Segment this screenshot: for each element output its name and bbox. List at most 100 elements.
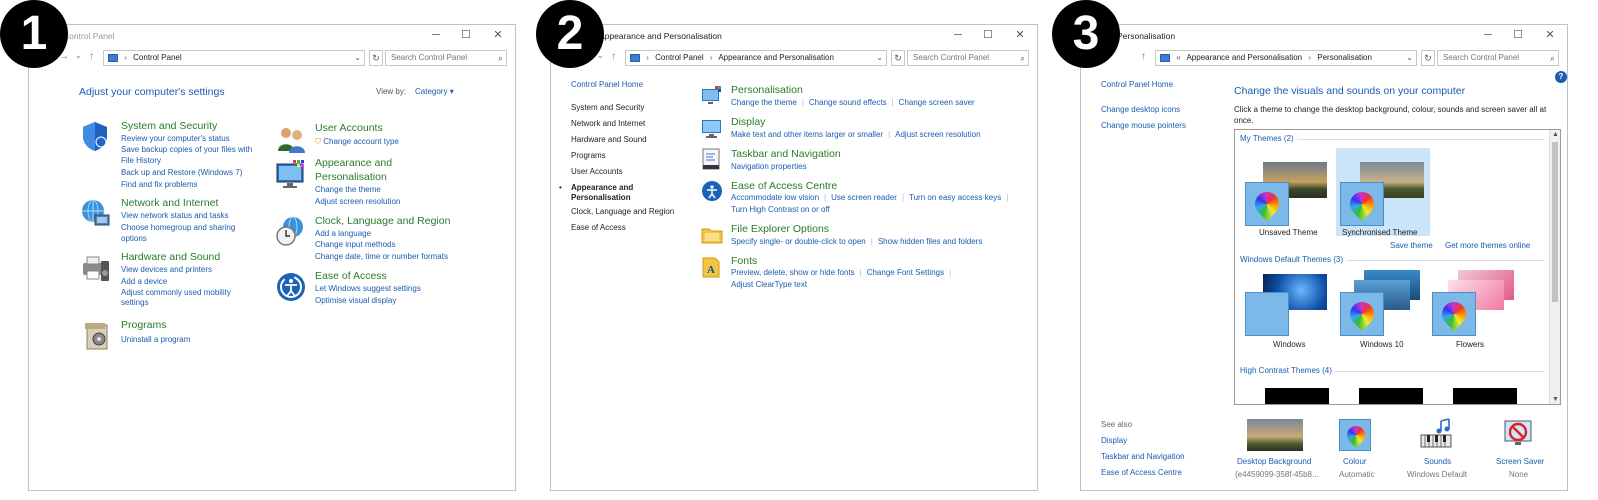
screen-saver-link[interactable]: Screen Saver <box>1496 457 1544 466</box>
screen-saver-icon[interactable] <box>1501 417 1537 451</box>
category-system-security[interactable]: System and Security <box>121 120 217 132</box>
section-display[interactable]: Display <box>731 116 765 128</box>
minimize-button[interactable]: ─ <box>951 28 965 42</box>
link-network-status[interactable]: View network status and tasks <box>121 211 228 220</box>
up-icon[interactable]: ↑ <box>1141 51 1146 62</box>
category-appearance[interactable]: Appearance and <box>315 157 392 169</box>
section-file-explorer-options[interactable]: File Explorer Options <box>731 223 829 235</box>
high-contrast-thumbnail[interactable] <box>1265 388 1329 404</box>
category-network-internet[interactable]: Network and Internet <box>121 197 218 209</box>
link-uninstall[interactable]: Uninstall a program <box>121 335 190 344</box>
get-more-themes-link[interactable]: Get more themes online <box>1445 241 1530 250</box>
refresh-button[interactable]: ↻ <box>891 50 905 66</box>
link-change-account-type[interactable]: ⛉ Change account type <box>315 137 399 147</box>
link-homegroup-options[interactable]: options <box>121 234 147 243</box>
nav-system-security[interactable]: System and Security <box>571 103 644 112</box>
link-single-double-click[interactable]: Specify single- or double-click to open <box>731 237 866 246</box>
link-windows-suggest[interactable]: Let Windows suggest settings <box>315 284 421 293</box>
desktop-background-link[interactable]: Desktop Background <box>1237 457 1311 466</box>
link-add-device[interactable]: Add a device <box>121 277 167 286</box>
link-adjust-resolution[interactable]: Adjust screen resolution <box>315 197 400 206</box>
close-button[interactable]: ✕ <box>1543 28 1557 42</box>
link-screen-saver[interactable]: Change screen saver <box>899 98 975 107</box>
up-icon[interactable]: ↑ <box>89 51 94 62</box>
link-preview-fonts[interactable]: Preview, delete, show or hide fonts <box>731 268 855 277</box>
sounds-icon[interactable] <box>1419 417 1455 451</box>
link-text-larger[interactable]: Make text and other items larger or smal… <box>731 130 883 139</box>
link-low-vision[interactable]: Accommodate low vision <box>731 193 819 202</box>
link-change-theme-label[interactable]: Change the theme <box>731 98 797 107</box>
close-button[interactable]: ✕ <box>1013 28 1027 42</box>
maximize-button[interactable]: ☐ <box>459 28 473 42</box>
section-personalisation[interactable]: Personalisation <box>731 84 803 96</box>
link-mobility-settings[interactable]: settings <box>121 298 149 307</box>
search-input[interactable]: Search Control Panel ⌕ <box>1437 50 1559 66</box>
link-input-methods[interactable]: Change input methods <box>315 240 396 249</box>
up-icon[interactable]: ↑ <box>611 51 616 62</box>
breadcrumb-control-panel[interactable]: Control Panel <box>655 53 703 62</box>
breadcrumb-appearance[interactable]: Appearance and Personalisation <box>718 53 834 62</box>
recent-dropdown-icon[interactable]: ⌄ <box>75 51 82 60</box>
breadcrumb-personalisation[interactable]: Personalisation <box>1317 53 1372 62</box>
section-ease-of-access-centre[interactable]: Ease of Access Centre <box>731 180 837 192</box>
link-cleartype[interactable]: Adjust ClearType text <box>731 280 807 289</box>
link-file-history[interactable]: File History <box>121 156 161 165</box>
link-backup-restore[interactable]: Back up and Restore (Windows 7) <box>121 168 242 177</box>
minimize-button[interactable]: ─ <box>1481 28 1495 42</box>
category-appearance-line2[interactable]: Personalisation <box>315 171 387 183</box>
section-taskbar-navigation[interactable]: Taskbar and Navigation <box>731 148 841 160</box>
nav-clock-language[interactable]: Clock, Language and Region <box>571 207 674 216</box>
category-hardware-sound[interactable]: Hardware and Sound <box>121 251 220 263</box>
category-ease-of-access[interactable]: Ease of Access <box>315 270 387 282</box>
address-bar[interactable]: « Appearance and Personalisation › Perso… <box>1155 50 1417 66</box>
link-change-theme[interactable]: Change the theme <box>315 185 381 194</box>
save-theme-link[interactable]: Save theme <box>1390 241 1433 250</box>
search-input[interactable]: Search Control Panel ⌕ <box>385 50 507 66</box>
see-also-taskbar[interactable]: Taskbar and Navigation <box>1101 452 1185 461</box>
nav-change-mouse-pointers[interactable]: Change mouse pointers <box>1101 121 1186 130</box>
category-clock-language[interactable]: Clock, Language and Region <box>315 215 450 227</box>
colour-icon[interactable] <box>1339 419 1371 451</box>
high-contrast-thumbnail[interactable] <box>1453 388 1517 404</box>
help-icon[interactable]: ? <box>1555 71 1567 83</box>
refresh-button[interactable]: ↻ <box>1421 50 1435 66</box>
chevron-down-icon[interactable]: ⌄ <box>876 51 883 65</box>
link-date-time[interactable]: Change date, time or number formats <box>315 252 448 261</box>
section-fonts[interactable]: Fonts <box>731 255 757 267</box>
link-view-devices[interactable]: View devices and printers <box>121 265 212 274</box>
link-homegroup[interactable]: Choose homegroup and sharing <box>121 223 235 232</box>
nav-hardware-sound[interactable]: Hardware and Sound <box>571 135 647 144</box>
link-hidden-files[interactable]: Show hidden files and folders <box>878 237 983 246</box>
nav-user-accounts[interactable]: User Accounts <box>571 167 623 176</box>
theme-synchronised[interactable]: Synchronised Theme <box>1336 152 1430 237</box>
breadcrumb-appearance[interactable]: Appearance and Personalisation <box>1186 53 1302 62</box>
view-by-dropdown[interactable]: Category ▾ <box>415 87 454 96</box>
sounds-link[interactable]: Sounds <box>1424 457 1451 466</box>
link-navigation-properties[interactable]: Navigation properties <box>731 162 807 171</box>
category-programs[interactable]: Programs <box>121 319 167 331</box>
link-review-status[interactable]: Review your computer's status <box>121 134 230 143</box>
close-button[interactable]: ✕ <box>491 28 505 42</box>
theme-windows[interactable]: Windows <box>1243 270 1329 354</box>
nav-ease-of-access[interactable]: Ease of Access <box>571 223 626 232</box>
address-bar[interactable]: › Control Panel › Appearance and Persona… <box>625 50 887 66</box>
see-also-ease-of-access[interactable]: Ease of Access Centre <box>1101 468 1182 477</box>
address-bar[interactable]: › Control Panel ⌄ <box>103 50 365 66</box>
chevron-down-icon[interactable]: ⌄ <box>354 51 361 65</box>
nav-control-panel-home[interactable]: Control Panel Home <box>571 80 643 89</box>
link-easy-access-keys[interactable]: Turn on easy access keys <box>909 193 1001 202</box>
scroll-up-icon[interactable]: ▲ <box>1552 131 1559 138</box>
desktop-background-thumbnail[interactable] <box>1247 419 1303 451</box>
breadcrumb-overflow[interactable]: « <box>1176 53 1180 62</box>
maximize-button[interactable]: ☐ <box>1511 28 1525 42</box>
link-add-language[interactable]: Add a language <box>315 229 371 238</box>
theme-windows-10[interactable]: Windows 10 <box>1336 270 1430 354</box>
high-contrast-thumbnail[interactable] <box>1359 388 1423 404</box>
link-screen-reader[interactable]: Use screen reader <box>831 193 897 202</box>
link-sound-effects[interactable]: Change sound effects <box>809 98 887 107</box>
theme-unsaved[interactable]: Unsaved Theme <box>1243 152 1329 237</box>
theme-list[interactable]: My Themes (2) Unsaved Theme Synchronised… <box>1234 129 1561 405</box>
nav-change-desktop-icons[interactable]: Change desktop icons <box>1101 105 1180 114</box>
nav-programs[interactable]: Programs <box>571 151 606 160</box>
link-optimise-visual[interactable]: Optimise visual display <box>315 296 396 305</box>
